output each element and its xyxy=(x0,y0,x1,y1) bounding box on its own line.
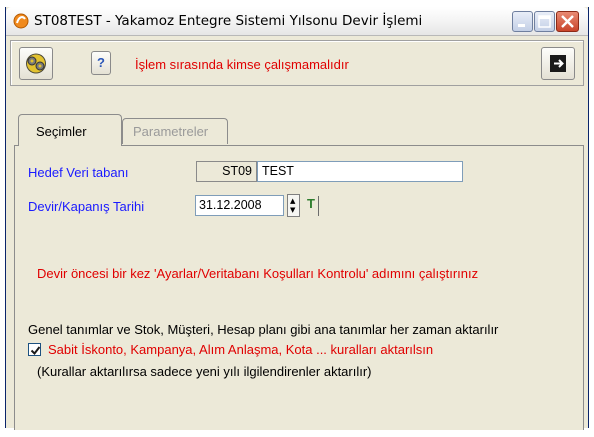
date-spinner[interactable]: ▲ ▼ xyxy=(287,194,300,217)
general-note: Genel tanımlar ve Stok, Müşteri, Hesap p… xyxy=(28,322,499,337)
spin-up-icon[interactable]: ▲ xyxy=(290,198,295,205)
help-button[interactable]: ? xyxy=(91,51,111,75)
tab-parametreler-label: Parametreler xyxy=(133,124,209,139)
spin-down-icon[interactable]: ▼ xyxy=(290,207,295,214)
exit-button[interactable] xyxy=(541,47,575,80)
minimize-icon xyxy=(518,24,525,27)
date-input[interactable]: 31.12.2008 xyxy=(195,195,284,216)
tab-secimler-label: Seçimler xyxy=(36,124,87,139)
gears-icon xyxy=(26,53,46,74)
tab-parametreler[interactable]: Parametreler xyxy=(122,118,228,144)
target-db-name-input[interactable]: TEST xyxy=(257,161,463,182)
rules-note: (Kurallar aktarılırsa sadece yeni yılı i… xyxy=(37,364,372,379)
minimize-button[interactable] xyxy=(512,11,533,32)
maximize-button[interactable] xyxy=(534,11,555,32)
app-logo-icon xyxy=(13,13,29,29)
close-icon xyxy=(561,15,574,28)
help-icon: ? xyxy=(97,55,105,70)
date-label: Devir/Kapanış Tarihi xyxy=(28,199,145,214)
rules-checkbox[interactable] xyxy=(28,343,41,356)
tab-secimler[interactable]: Seçimler xyxy=(18,114,122,146)
checkmark-icon xyxy=(30,346,41,356)
maximize-icon xyxy=(538,15,551,28)
close-button[interactable] xyxy=(556,11,579,32)
run-devir-button[interactable] xyxy=(19,47,53,80)
window-title: ST08TEST - Yakamoz Entegre Sistemi Yılso… xyxy=(34,13,423,29)
today-button[interactable]: T xyxy=(304,196,319,216)
pre-check-note: Devir öncesi bir kez 'Ayarlar/Veritabanı… xyxy=(37,266,479,281)
secimler-panel: Hedef Veri tabanı ST09 TEST Devir/Kapanı… xyxy=(14,145,584,430)
rules-checkbox-label[interactable]: Sabit İskonto, Kampanya, Alım Anlaşma, K… xyxy=(48,342,433,357)
warning-message: İşlem sırasında kimse çalışmamalıdır xyxy=(135,57,349,72)
toolbar: ? İşlem sırasında kimse çalışmamalıdır xyxy=(10,40,584,86)
target-db-code: ST09 xyxy=(196,161,257,182)
title-bar[interactable]: ST08TEST - Yakamoz Entegre Sistemi Yılso… xyxy=(6,7,588,36)
main-window: ST08TEST - Yakamoz Entegre Sistemi Yılso… xyxy=(5,7,589,431)
target-db-label: Hedef Veri tabanı xyxy=(28,165,129,180)
exit-door-icon xyxy=(550,55,566,72)
